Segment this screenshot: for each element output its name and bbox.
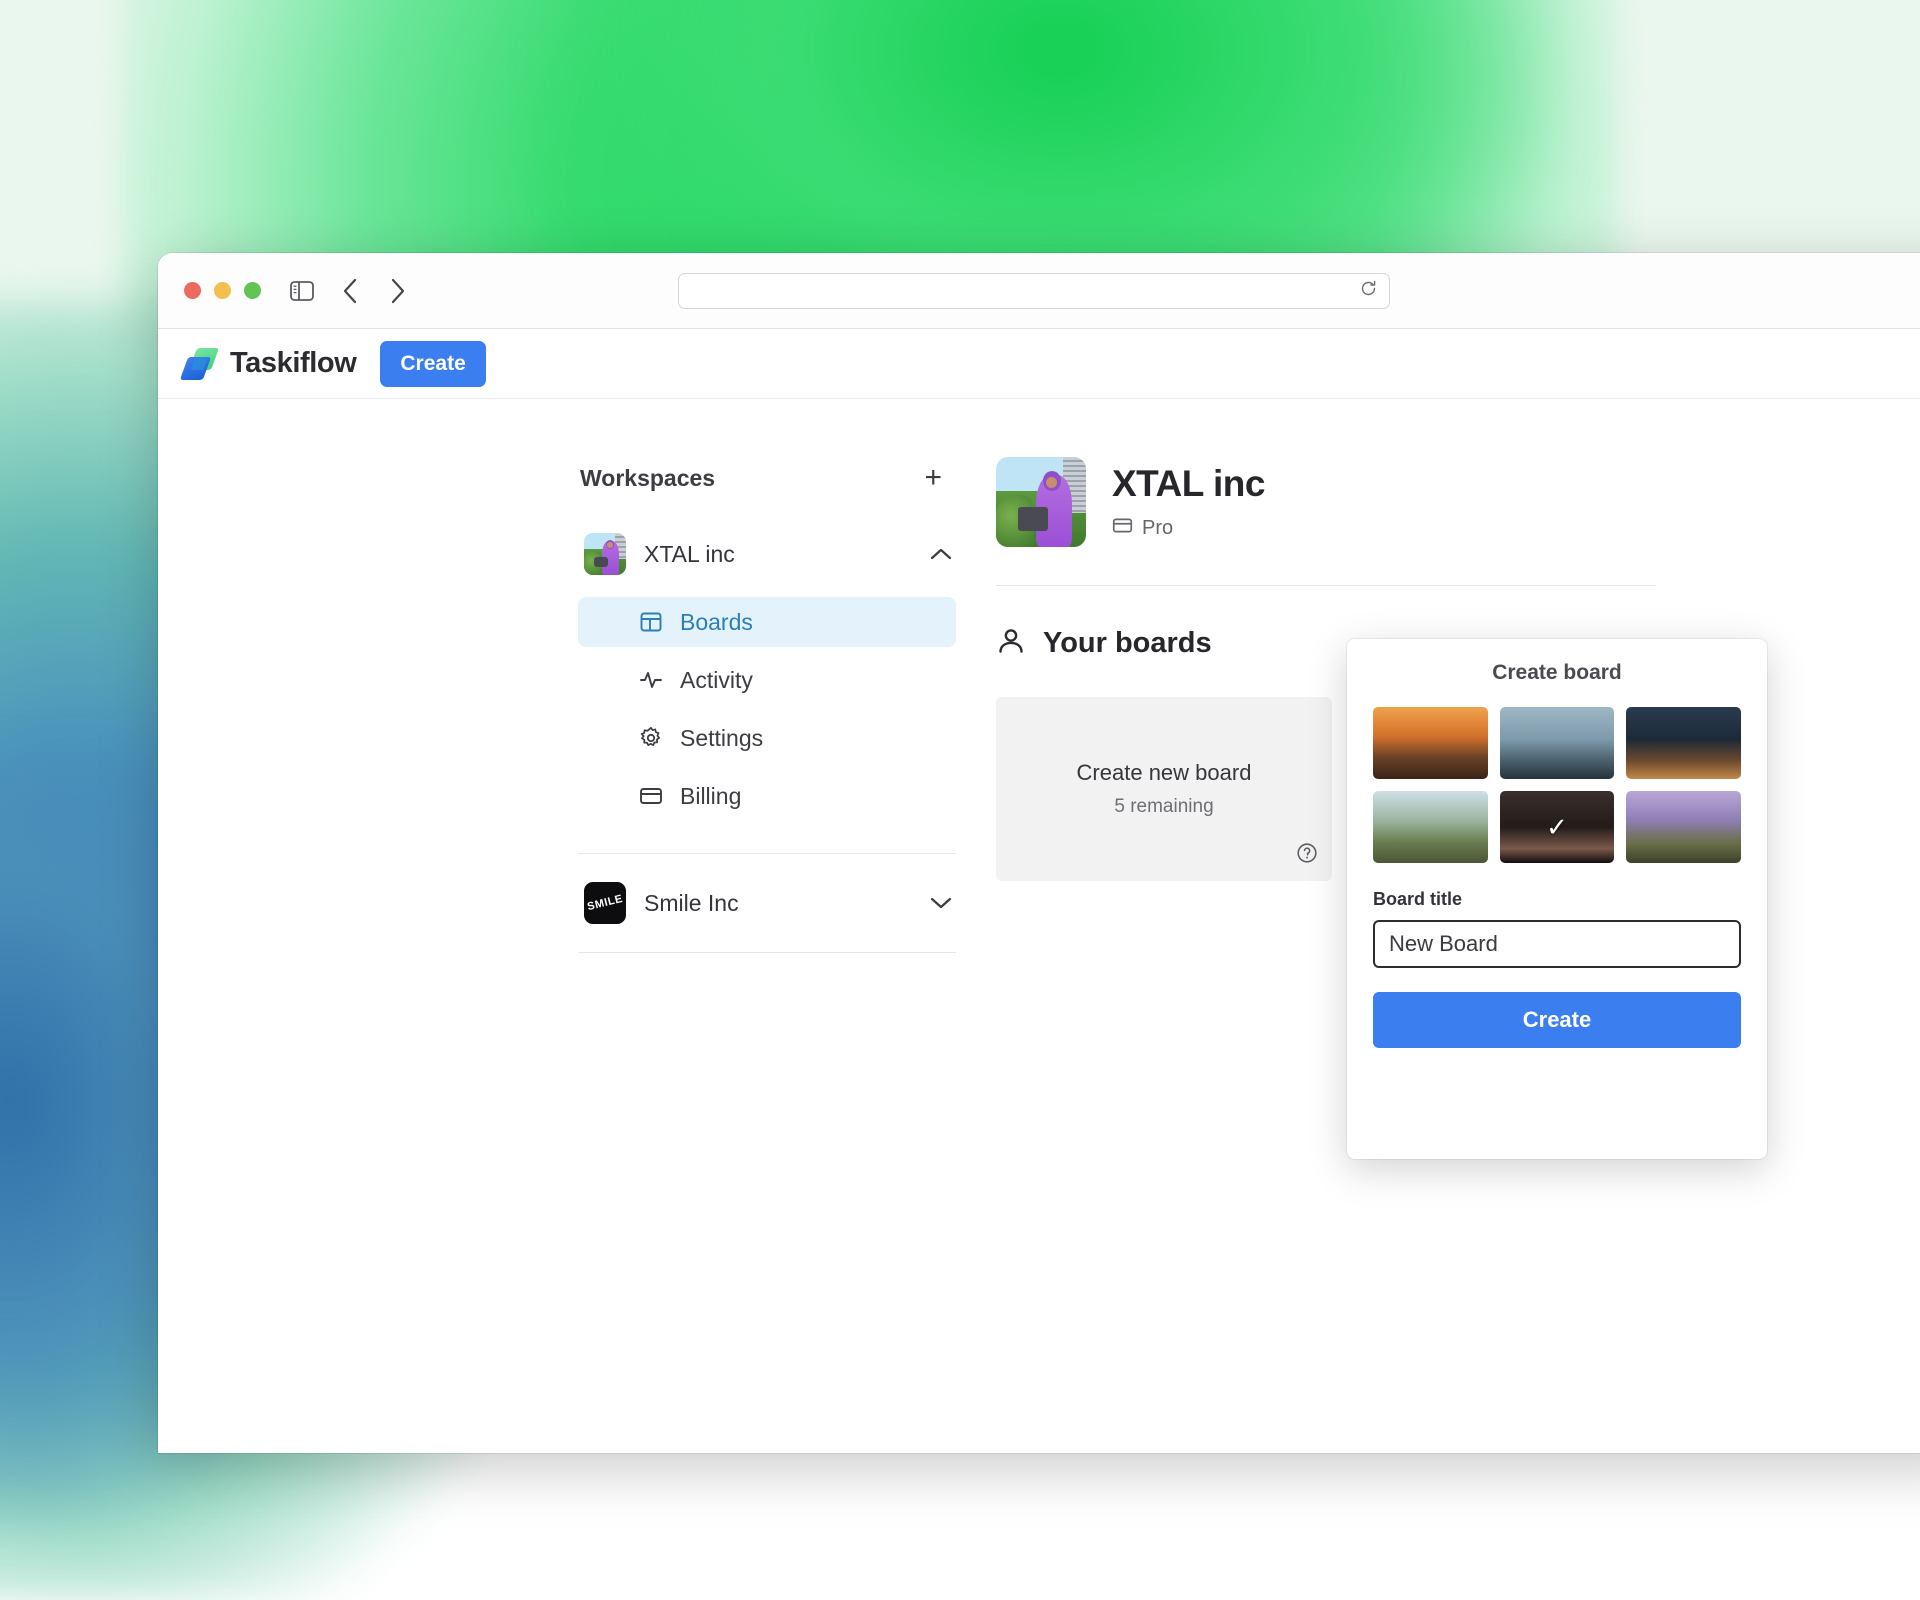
sidebar-item-activity[interactable]: Activity <box>578 655 956 705</box>
sidebar-item-label: Boards <box>680 609 753 636</box>
create-new-board-subtitle: 5 remaining <box>1114 796 1213 818</box>
brand-name: Taskiflow <box>230 347 356 380</box>
xtal-inc-avatar <box>584 533 626 575</box>
browser-window: Taskiflow Create Workspaces + XTAL inc <box>158 253 1920 1453</box>
workspace-sidebar: Workspaces + XTAL inc <box>578 399 956 1453</box>
minimize-window-button[interactable] <box>214 282 231 299</box>
sidebar-item-label: Billing <box>680 783 741 810</box>
popover-create-button[interactable]: Create <box>1373 992 1741 1048</box>
browser-toolbar <box>158 253 1920 329</box>
chevron-left-icon[interactable] <box>335 276 365 306</box>
sidebar-item-boards[interactable]: Boards <box>578 597 956 647</box>
board-background-thumb[interactable] <box>1373 791 1488 863</box>
page-title: XTAL inc <box>1112 463 1265 505</box>
close-window-button[interactable] <box>184 282 201 299</box>
taskiflow-logo-icon <box>182 346 218 382</box>
section-title: Your boards <box>1043 627 1212 660</box>
sidebar-divider-bottom <box>578 952 956 953</box>
gear-icon <box>638 725 664 751</box>
create-board-popover: Create board ✓ Board title New Board Cre… <box>1347 639 1767 1159</box>
board-background-thumb[interactable] <box>1626 791 1741 863</box>
board-background-thumb[interactable] <box>1500 707 1615 779</box>
sidebar-item-billing[interactable]: Billing <box>578 771 956 821</box>
left-spacer <box>158 399 578 1453</box>
workspace-name: XTAL inc <box>644 541 735 568</box>
board-background-grid: ✓ <box>1373 707 1741 863</box>
address-bar[interactable] <box>678 273 1390 309</box>
board-background-thumb-selected[interactable]: ✓ <box>1500 791 1615 863</box>
chevron-right-icon[interactable] <box>383 276 413 306</box>
chevron-down-icon[interactable] <box>930 896 952 910</box>
app-body: Workspaces + XTAL inc <box>158 399 1920 1453</box>
traffic-lights <box>184 282 261 299</box>
hero-divider <box>996 585 1656 586</box>
board-background-thumb[interactable] <box>1373 707 1488 779</box>
reload-icon[interactable] <box>1360 280 1377 302</box>
boards-icon <box>638 609 664 635</box>
app-header: Taskiflow Create <box>158 329 1920 399</box>
workspace-hero-text: XTAL inc Pro <box>1112 463 1265 542</box>
plan-badge-label: Pro <box>1142 517 1173 540</box>
smile-inc-avatar: SMILE <box>584 882 626 924</box>
board-title-input[interactable]: New Board <box>1373 920 1741 968</box>
navigation-arrows <box>335 276 413 306</box>
brand-logo[interactable]: Taskiflow <box>170 346 356 382</box>
workspaces-header: Workspaces + <box>578 459 956 497</box>
maximize-window-button[interactable] <box>244 282 261 299</box>
credit-card-icon <box>1112 515 1133 542</box>
create-new-board-card[interactable]: Create new board 5 remaining <box>996 697 1332 881</box>
workspace-row-xtal-inc[interactable]: XTAL inc <box>578 527 956 581</box>
smile-inc-avatar-text: SMILE <box>586 893 624 913</box>
board-title-label: Board title <box>1373 889 1741 910</box>
credit-card-icon <box>638 783 664 809</box>
check-icon: ✓ <box>1500 791 1615 863</box>
sidebar-item-label: Settings <box>680 725 763 752</box>
plan-badge: Pro <box>1112 515 1265 542</box>
sidebar-toggle-icon[interactable] <box>287 276 317 306</box>
workspace-row-smile-inc[interactable]: SMILE Smile Inc <box>578 876 956 930</box>
plus-icon[interactable]: + <box>914 459 952 497</box>
sidebar-item-label: Activity <box>680 667 753 694</box>
xtal-inc-avatar <box>996 457 1086 547</box>
board-background-thumb[interactable] <box>1626 707 1741 779</box>
chevron-up-icon[interactable] <box>930 547 952 561</box>
user-icon <box>996 626 1026 661</box>
sidebar-divider <box>578 853 956 854</box>
create-button[interactable]: Create <box>380 341 485 387</box>
workspace-hero: XTAL inc Pro <box>996 457 1656 547</box>
workspaces-heading: Workspaces <box>580 465 715 492</box>
help-circle-icon[interactable] <box>1296 842 1318 869</box>
sidebar-item-settings[interactable]: Settings <box>578 713 956 763</box>
create-new-board-title: Create new board <box>1077 760 1252 786</box>
board-title-value: New Board <box>1389 931 1498 957</box>
activity-icon <box>638 667 664 693</box>
workspace-name: Smile Inc <box>644 890 739 917</box>
popover-title: Create board <box>1373 661 1741 685</box>
